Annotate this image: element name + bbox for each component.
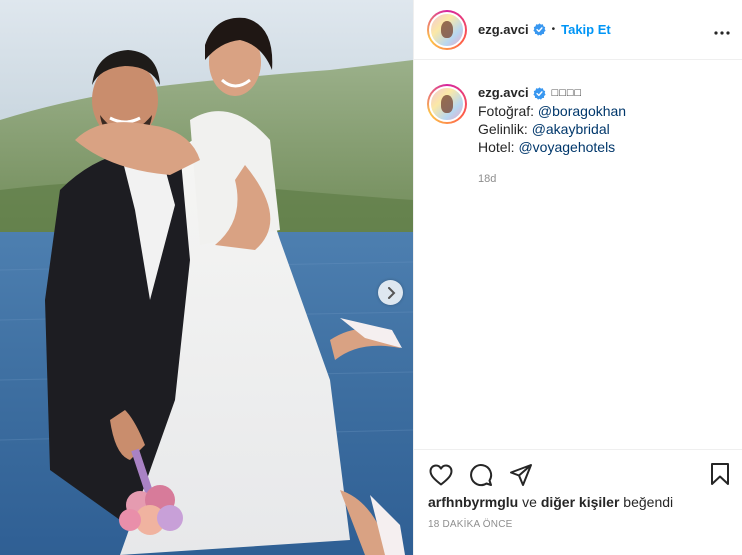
verified-badge-icon	[533, 86, 546, 100]
post-timestamp[interactable]: 18 DAKİKA ÖNCE	[428, 519, 513, 530]
caption-header-line: ezg.avci □□□□	[478, 84, 626, 102]
next-photo-button[interactable]	[378, 280, 403, 305]
bookmark-icon[interactable]	[710, 462, 730, 491]
mention-link[interactable]: @boragokhan	[538, 103, 626, 119]
likes-connector: ve	[518, 494, 541, 510]
caption-label: Hotel:	[478, 139, 519, 155]
heart-icon[interactable]	[428, 462, 454, 488]
avatar-image	[429, 86, 465, 122]
mention-link[interactable]: @voyagehotels	[518, 139, 615, 155]
wedding-photo-scene	[0, 0, 413, 555]
caption-emoji-placeholder: □□□□	[551, 87, 583, 99]
follow-button[interactable]: Takip Et	[561, 22, 611, 37]
caption-body: ezg.avci □□□□ Fotoğraf: @boragokhan Geli…	[478, 84, 626, 188]
action-bar	[414, 449, 742, 487]
caption-line-photographer: Fotoğraf: @boragokhan	[478, 102, 626, 120]
post-side-panel: ezg.avci • Takip Et ezg.avci □□□□ Fotoğr…	[413, 0, 742, 555]
liked-by-others[interactable]: diğer kişiler	[541, 494, 620, 510]
likes-summary: arfhnbyrmglu ve diğer kişiler beğendi	[428, 494, 673, 510]
avatar-image	[429, 11, 465, 48]
action-buttons	[428, 462, 534, 488]
paper-plane-icon[interactable]	[508, 462, 534, 488]
author-avatar[interactable]	[427, 9, 467, 50]
likes-suffix: beğendi	[619, 494, 674, 510]
verified-badge-icon	[533, 23, 546, 36]
more-options-icon[interactable]	[714, 22, 730, 40]
caption-author-avatar[interactable]	[427, 84, 467, 124]
comment-icon[interactable]	[468, 462, 494, 488]
header-separator: •	[551, 24, 556, 35]
caption-label: Gelinlik:	[478, 121, 532, 137]
chevron-right-icon	[387, 286, 395, 299]
mention-link[interactable]: @akaybridal	[532, 121, 610, 137]
post-photo[interactable]	[0, 0, 413, 555]
caption-line-hotel: Hotel: @voyagehotels	[478, 138, 626, 156]
instagram-post: ezg.avci • Takip Et ezg.avci □□□□ Fotoğr…	[0, 0, 742, 555]
caption-line-dress: Gelinlik: @akaybridal	[478, 120, 626, 138]
post-header: ezg.avci • Takip Et	[414, 0, 742, 60]
caption-username[interactable]: ezg.avci	[478, 84, 529, 102]
post-caption: ezg.avci □□□□ Fotoğraf: @boragokhan Geli…	[427, 84, 732, 188]
caption-time-ago[interactable]: 18d	[478, 170, 626, 188]
liked-by-user[interactable]: arfhnbyrmglu	[428, 494, 518, 510]
author-username[interactable]: ezg.avci	[478, 22, 529, 37]
caption-label: Fotoğraf:	[478, 103, 538, 119]
